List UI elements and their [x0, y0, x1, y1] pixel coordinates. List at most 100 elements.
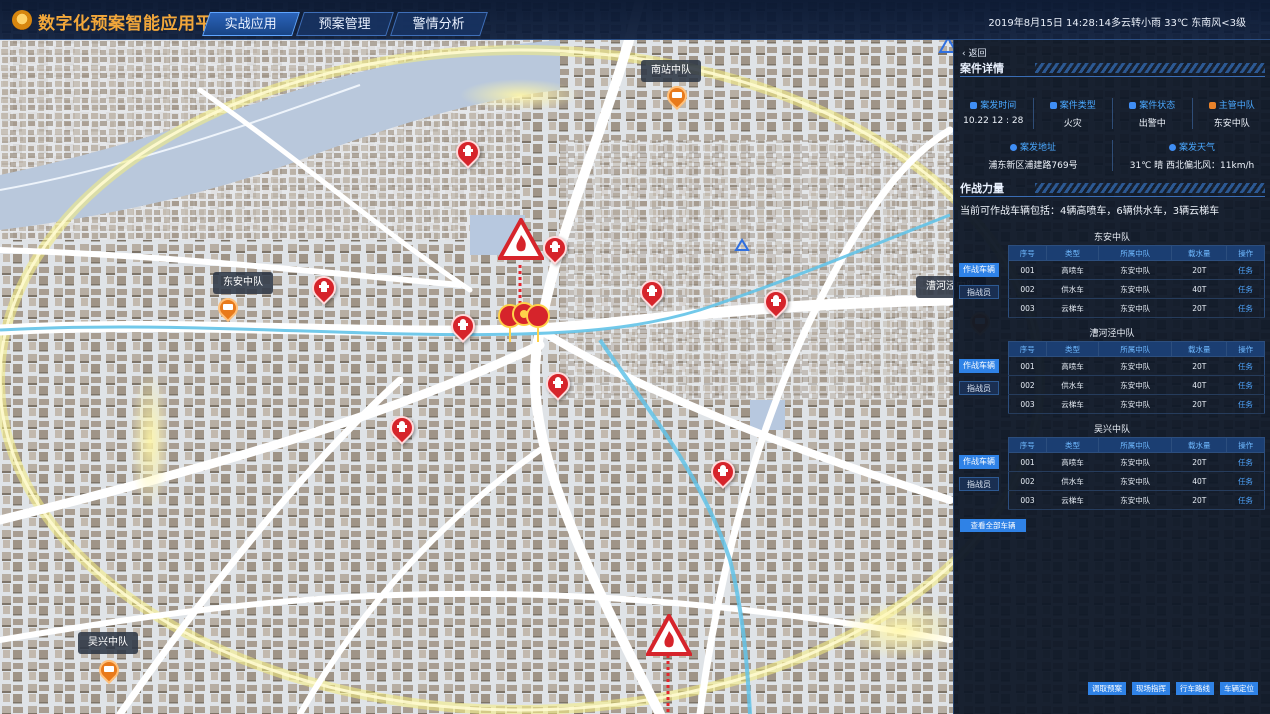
combat-vehicles-button[interactable]: 作战车辆: [959, 263, 999, 277]
status-icon: [1129, 102, 1137, 109]
col-header: 类型: [1045, 341, 1100, 357]
table-row: 001 高喷车 东安中队 20T 任务: [1008, 260, 1265, 280]
cell-type: 供水车: [1046, 279, 1099, 299]
col-header: 类型: [1045, 245, 1100, 261]
station-label-dongan[interactable]: 东安中队: [213, 272, 273, 294]
cell-squad: 东安中队: [1098, 490, 1172, 510]
info-label: 主管中队: [1218, 101, 1255, 111]
col-header: 序号: [1008, 245, 1047, 261]
info-value: 31℃ 晴 西北偏北风：11km/h: [1129, 161, 1255, 171]
task-link[interactable]: 任务: [1226, 375, 1265, 395]
station-label-wuxing[interactable]: 吴兴中队: [78, 632, 138, 654]
task-link[interactable]: 任务: [1226, 260, 1265, 280]
hydrant-pin[interactable]: [538, 231, 572, 266]
cell-id: 001: [1008, 452, 1047, 472]
category-icon: [1049, 102, 1057, 109]
combat-vehicles-button[interactable]: 作战车辆: [959, 455, 999, 469]
force-section-header: 作战力量: [960, 180, 1265, 197]
info-value: 10.22 12 : 28: [963, 116, 1024, 126]
combat-vehicles-button[interactable]: 作战车辆: [959, 359, 999, 373]
col-header: 序号: [1008, 341, 1047, 357]
view-all-vehicles-button[interactable]: 查看全部车辆: [960, 519, 1026, 532]
fire-incident-icon[interactable]: [498, 218, 544, 262]
hydrant-pin[interactable]: [635, 275, 669, 310]
squad-title: 漕河泾中队: [1089, 329, 1135, 339]
col-header: 操作: [1226, 341, 1265, 357]
case-time: 案发时间 10.22 12 : 28: [954, 98, 1034, 129]
app-title: 数字化预案智能应用平台: [38, 14, 231, 34]
info-value: 东安中队: [1213, 119, 1250, 129]
fire-station-marker[interactable]: [213, 293, 243, 323]
retrieve-plan-button[interactable]: 调取预案: [1088, 682, 1126, 695]
info-label: 案发时间: [980, 101, 1017, 111]
section-title: 作战力量: [960, 182, 1004, 195]
case-type: 案件类型 火灾: [1034, 98, 1113, 129]
back-button[interactable]: ‹ 返回: [962, 46, 987, 59]
table-row: 003 云梯车 东安中队 20T 任务: [1008, 490, 1265, 510]
cell-squad: 东安中队: [1098, 452, 1172, 472]
tab-plan-management[interactable]: 预案管理: [296, 12, 394, 36]
hydrant-pin[interactable]: [385, 411, 419, 446]
back-label: 返回: [968, 49, 987, 59]
squad-block-wuxing: 吴兴中队 作战车辆 指战员 序号 类型 所属中队 载水量 操作 001 高喷车 …: [958, 424, 1266, 510]
task-link[interactable]: 任务: [1226, 452, 1265, 472]
hydrant-pin[interactable]: [446, 309, 480, 344]
hydrant-pin[interactable]: [451, 135, 485, 170]
onsite-command-button[interactable]: 现场指挥: [1132, 682, 1170, 695]
hydrant-pin[interactable]: [541, 367, 575, 402]
tab-combat-application[interactable]: 实战应用: [202, 12, 300, 36]
fire-station-marker[interactable]: [94, 655, 124, 685]
cell-id: 003: [1008, 490, 1047, 510]
cell-water: 20T: [1171, 298, 1227, 318]
tab-alarm-analysis[interactable]: 警情分析: [390, 12, 488, 36]
cell-squad: 东安中队: [1098, 375, 1172, 395]
cell-id: 001: [1008, 260, 1047, 280]
squad-block-dongan: 东安中队 作战车辆 指战员 序号 类型 所属中队 载水量 操作 001 高喷车 …: [958, 232, 1266, 318]
task-link[interactable]: 任务: [1226, 356, 1265, 376]
cell-type: 云梯车: [1046, 490, 1099, 510]
cell-id: 003: [1008, 394, 1047, 414]
col-header: 载水量: [1171, 245, 1228, 261]
vehicle-cluster-icon[interactable]: [496, 298, 552, 346]
location-icon: [1009, 144, 1017, 151]
hydrant-pin[interactable]: [759, 285, 793, 320]
cell-water: 40T: [1171, 375, 1227, 395]
task-link[interactable]: 任务: [1226, 394, 1265, 414]
table-row: 001 高喷车 东安中队 20T 任务: [1008, 452, 1265, 472]
col-header: 所属中队: [1098, 245, 1173, 261]
table-header-row: 序号 类型 所属中队 载水量 操作: [1008, 437, 1265, 453]
case-squad: 主管中队 东安中队: [1193, 98, 1270, 129]
cell-water: 20T: [1171, 394, 1227, 414]
col-header: 操作: [1226, 245, 1265, 261]
driving-route-button[interactable]: 行车路线: [1176, 682, 1214, 695]
fire-station-marker[interactable]: [662, 81, 692, 111]
cell-water: 40T: [1171, 471, 1227, 491]
col-header: 载水量: [1171, 341, 1228, 357]
cell-type: 高喷车: [1046, 452, 1099, 472]
task-link[interactable]: 任务: [1226, 490, 1265, 510]
vehicle-location-button[interactable]: 车辆定位: [1220, 682, 1258, 695]
table-header-row: 序号 类型 所属中队 载水量 操作: [1008, 341, 1265, 357]
fire-badge-logo-icon: [12, 10, 32, 30]
task-link[interactable]: 任务: [1226, 298, 1265, 318]
fire-incident-icon[interactable]: [646, 614, 692, 658]
cell-water: 20T: [1171, 260, 1227, 280]
station-label-nanzhan[interactable]: 南站中队: [641, 60, 701, 82]
clock-icon: [970, 102, 978, 109]
squad-title: 吴兴中队: [1093, 425, 1130, 435]
commanders-button[interactable]: 指战员: [959, 285, 999, 299]
hydrant-pin[interactable]: [706, 455, 740, 490]
table-row: 002 供水车 东安中队 40T 任务: [1008, 471, 1265, 491]
commanders-button[interactable]: 指战员: [959, 477, 999, 491]
case-info-row-2: 案发地址 浦东新区浦建路769号 案发天气 31℃ 晴 西北偏北风：11km/h: [954, 140, 1270, 171]
flag-icon: [1208, 102, 1216, 109]
cell-id: 002: [1008, 471, 1047, 491]
task-link[interactable]: 任务: [1226, 471, 1265, 491]
cell-type: 云梯车: [1046, 298, 1099, 318]
task-link[interactable]: 任务: [1226, 279, 1265, 299]
hydrant-pin[interactable]: [307, 271, 341, 306]
squad-title: 东安中队: [1093, 233, 1130, 243]
cell-id: 003: [1008, 298, 1047, 318]
cell-squad: 东安中队: [1098, 356, 1172, 376]
commanders-button[interactable]: 指战员: [959, 381, 999, 395]
